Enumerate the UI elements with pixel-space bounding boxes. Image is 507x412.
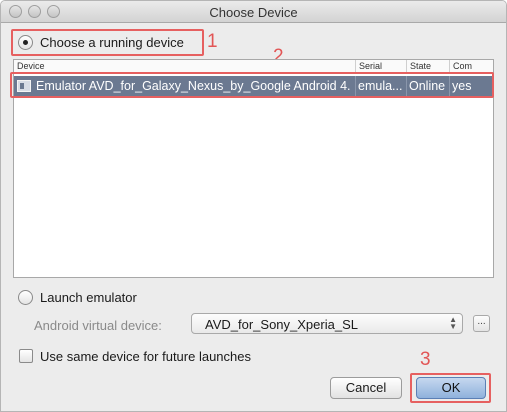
same-device-label[interactable]: Use same device for future launches: [40, 349, 251, 364]
avd-select-value: AVD_for_Sony_Xperia_SL: [205, 317, 358, 332]
choose-running-device-label[interactable]: Choose a running device: [40, 35, 184, 50]
same-device-checkbox[interactable]: [19, 349, 33, 363]
choose-device-dialog: Choose Device Choose a running device 1 …: [0, 0, 507, 412]
annotation-box-2: [10, 72, 494, 98]
radio-selected-dot: [23, 40, 28, 45]
window-title: Choose Device: [209, 5, 298, 20]
cancel-button[interactable]: Cancel: [330, 377, 402, 399]
annotation-marker-1: 1: [207, 31, 218, 52]
choose-running-device-radio[interactable]: [18, 35, 33, 50]
launch-emulator-label[interactable]: Launch emulator: [40, 290, 137, 305]
avd-manager-button[interactable]: ...: [473, 315, 490, 332]
avd-select[interactable]: AVD_for_Sony_Xperia_SL ▲ ▼: [191, 313, 463, 334]
select-arrows-icon: ▲ ▼: [449, 315, 457, 331]
launch-emulator-radio[interactable]: [18, 290, 33, 305]
avd-label: Android virtual device:: [34, 318, 162, 333]
annotation-marker-3: 3: [420, 349, 431, 370]
ok-button[interactable]: OK: [416, 377, 486, 399]
title-bar: Choose Device: [1, 1, 506, 23]
